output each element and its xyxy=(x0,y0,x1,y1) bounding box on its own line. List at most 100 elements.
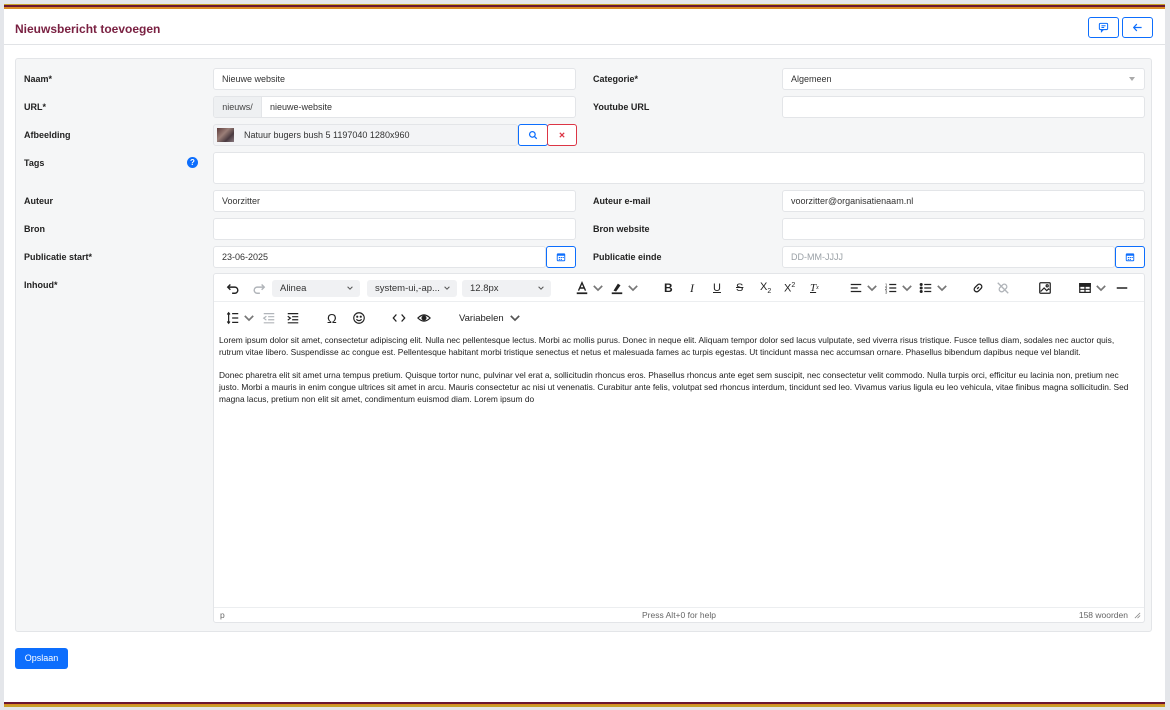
image-remove-button[interactable] xyxy=(547,124,577,146)
pub-einde-calendar-button[interactable] xyxy=(1115,246,1145,268)
link-icon xyxy=(973,283,983,293)
clear-format-button[interactable]: Tx xyxy=(810,280,819,296)
align-button[interactable] xyxy=(849,280,879,296)
bullet-list-button[interactable] xyxy=(919,280,949,296)
save-button[interactable]: Opslaan xyxy=(15,648,68,669)
subscript-icon: X2 xyxy=(760,280,772,296)
auteur-email-input[interactable]: voorzitter@organisatienaam.nl xyxy=(782,190,1145,212)
numbered-list-icon: 123 xyxy=(885,282,897,294)
pub-start-calendar-button[interactable] xyxy=(546,246,576,268)
page-title: Nieuwsbericht toevoegen xyxy=(15,22,161,36)
pub-einde-input[interactable]: DD-MM-JJJJ xyxy=(782,246,1115,268)
categorie-select[interactable]: Algemeen xyxy=(782,68,1145,90)
table-button[interactable] xyxy=(1078,280,1108,296)
svg-text:3: 3 xyxy=(885,289,888,294)
youtube-input[interactable] xyxy=(782,96,1145,118)
bron-input[interactable] xyxy=(213,218,576,240)
font-size-select[interactable]: 12.8px xyxy=(462,280,551,297)
chevron-down-icon xyxy=(867,285,877,292)
subscript-button[interactable]: X2 xyxy=(760,280,771,296)
block-format-select[interactable]: Alinea xyxy=(272,280,360,297)
comment-button[interactable] xyxy=(1088,17,1119,38)
resize-handle-icon[interactable] xyxy=(1134,612,1141,619)
text-color-button[interactable] xyxy=(575,280,605,296)
indent-button[interactable] xyxy=(286,310,300,326)
omega-icon: Ω xyxy=(327,310,337,326)
strikethrough-button[interactable]: S xyxy=(736,280,743,296)
bron-website-label: Bron website xyxy=(593,224,650,234)
url-input[interactable]: nieuws/ nieuwe-website xyxy=(213,96,576,118)
indent-icon xyxy=(287,313,299,324)
editor-toolbar-row-2: Ω Variabelen xyxy=(214,304,1144,332)
close-icon xyxy=(559,132,565,138)
chevron-down-icon xyxy=(628,285,638,292)
preview-button[interactable] xyxy=(417,310,431,326)
image-search-button[interactable] xyxy=(518,124,548,146)
image-button[interactable] xyxy=(1038,280,1052,296)
italic-button[interactable]: I xyxy=(690,280,694,296)
editor-statusbar: p Press Alt+0 for help 158 woorden xyxy=(214,607,1144,622)
editor-content[interactable]: Lorem ipsum dolor sit amet, consectetur … xyxy=(219,334,1134,415)
unlink-icon xyxy=(997,282,1009,294)
pub-start-label: Publicatie start* xyxy=(24,252,93,262)
rich-text-editor[interactable]: Alinea system-ui,-ap... 12.8px B I U S X… xyxy=(213,273,1145,623)
pub-start-input[interactable]: 23-06-2025 xyxy=(213,246,546,268)
variables-button[interactable]: Variabelen xyxy=(459,310,522,326)
line-height-button[interactable] xyxy=(226,310,256,326)
auteur-label: Auteur xyxy=(24,196,53,206)
horizontal-rule-button[interactable] xyxy=(1115,280,1129,296)
chevron-down-icon xyxy=(937,285,947,292)
underline-icon: U xyxy=(713,282,721,294)
bron-website-input[interactable] xyxy=(782,218,1145,240)
undo-button[interactable] xyxy=(226,280,240,296)
url-prefix: nieuws/ xyxy=(214,97,262,117)
page-header: Nieuwsbericht toevoegen xyxy=(4,9,1165,45)
superscript-button[interactable]: X2 xyxy=(784,280,795,296)
special-char-button[interactable]: Ω xyxy=(327,310,337,326)
help-hint: Press Alt+0 for help xyxy=(642,610,716,620)
back-button[interactable] xyxy=(1122,17,1153,38)
bottom-stripe xyxy=(4,702,1165,707)
font-family-value: system-ui,-ap... xyxy=(375,283,440,294)
align-left-icon xyxy=(850,283,862,293)
editor-toolbar-row-1: Alinea system-ui,-ap... 12.8px B I U S X… xyxy=(214,274,1144,302)
inhoud-label: Inhoud* xyxy=(24,280,58,290)
highlight-color-button[interactable] xyxy=(610,280,640,296)
search-icon xyxy=(528,130,538,140)
chevron-down-icon xyxy=(444,286,450,290)
bold-button[interactable]: B xyxy=(664,280,673,296)
source-code-button[interactable] xyxy=(392,310,406,326)
naam-input[interactable]: Nieuwe website xyxy=(213,68,576,90)
numbered-list-button[interactable]: 123 xyxy=(884,280,914,296)
outdent-button[interactable] xyxy=(262,310,276,326)
eye-icon xyxy=(417,314,431,322)
redo-icon xyxy=(253,284,266,294)
emoji-button[interactable] xyxy=(352,310,366,326)
image-icon xyxy=(1039,282,1051,294)
strikethrough-icon: S xyxy=(736,282,744,294)
link-button[interactable] xyxy=(971,280,985,296)
redo-button[interactable] xyxy=(252,280,266,296)
tags-input[interactable] xyxy=(213,152,1145,184)
comment-icon xyxy=(1098,22,1109,33)
afbeelding-field: Natuur bugers bush 5 1197040 1280x960 xyxy=(213,124,518,146)
bold-icon: B xyxy=(664,281,673,295)
youtube-label: Youtube URL xyxy=(593,102,650,112)
help-icon[interactable]: ? xyxy=(187,157,198,168)
text-color-icon xyxy=(576,281,588,295)
chevron-down-icon xyxy=(347,286,353,290)
underline-button[interactable]: U xyxy=(713,280,721,296)
horizontal-rule-icon xyxy=(1116,287,1128,289)
word-count[interactable]: 158 woorden xyxy=(1079,608,1128,622)
code-icon xyxy=(392,314,406,322)
unlink-button[interactable] xyxy=(996,280,1010,296)
auteur-input[interactable]: Voorzitter xyxy=(213,190,576,212)
font-family-select[interactable]: system-ui,-ap... xyxy=(367,280,457,297)
calendar-icon xyxy=(556,253,566,262)
chevron-down-icon xyxy=(244,315,254,322)
outdent-icon xyxy=(262,313,275,324)
form-panel: Naam* Nieuwe website Categorie* Algemeen… xyxy=(15,58,1152,632)
undo-icon xyxy=(226,284,239,294)
pub-einde-label: Publicatie einde xyxy=(593,252,662,262)
content-paragraph: Lorem ipsum dolor sit amet, consectetur … xyxy=(219,335,1115,358)
